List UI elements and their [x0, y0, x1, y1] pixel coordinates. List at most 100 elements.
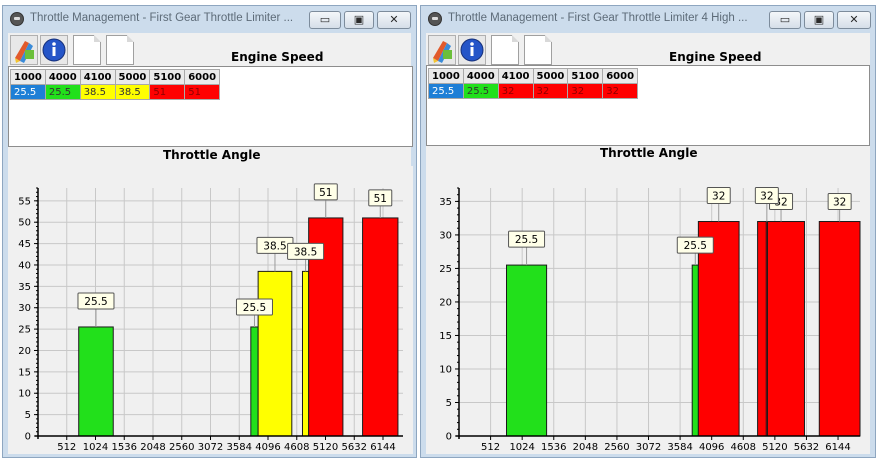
x-tick-label: 4096 — [699, 442, 724, 453]
x-tick-label: 3072 — [636, 442, 661, 453]
table-value-cell[interactable]: 32 — [567, 83, 604, 99]
data-label: 32 — [712, 191, 725, 203]
y-tick-label: 10 — [18, 389, 31, 400]
app-icon — [428, 12, 442, 26]
y-tick-label: 30 — [18, 303, 31, 314]
maximize-button[interactable]: ▣ — [344, 11, 374, 29]
x-tick-label: 1536 — [541, 442, 566, 453]
paint-brush-icon-graphic — [433, 41, 452, 63]
y-tick-label: 25 — [18, 325, 31, 336]
y-tick-label: 0 — [446, 432, 452, 443]
throttle-chart-svg: 0 5 10 15 20 25 30 35 40 45 50 55 512 1024 1536 2048 256… — [18, 183, 403, 453]
x-tick-label: 5120 — [762, 442, 787, 453]
x-tick-label: 6144 — [825, 442, 850, 453]
info-icon[interactable] — [458, 35, 486, 65]
bar — [78, 326, 114, 437]
y-tick-label: 35 — [439, 197, 452, 208]
copy-document-icon[interactable] — [524, 35, 552, 65]
window-title: Throttle Management - First Gear Throttl… — [448, 12, 748, 24]
grid-title: Engine Speed — [231, 50, 324, 64]
y-tick-label: 50 — [18, 218, 31, 229]
data-label: 25.5 — [515, 234, 538, 246]
x-tick-label: 2560 — [169, 442, 194, 453]
table-value-cell[interactable]: 51 — [184, 84, 221, 100]
paint-brush-icon-graphic — [15, 41, 34, 63]
x-tick-label: 3072 — [198, 442, 223, 453]
data-label: 25.5 — [84, 296, 107, 308]
bar — [757, 221, 805, 437]
x-tick-label: 2048 — [140, 442, 165, 453]
new-document-icon[interactable] — [73, 35, 101, 65]
data-label: 51 — [319, 187, 332, 199]
y-tick-label: 20 — [439, 297, 452, 308]
table-header-cell[interactable]: 4000 — [44, 69, 81, 85]
bar — [250, 326, 259, 437]
table-header-cell[interactable]: 4100 — [79, 69, 116, 85]
paint-brush-icon[interactable] — [10, 35, 38, 65]
throttle-table[interactable]: 1000 4000 4100 5000 5100 6000 25.5 25.5 … — [428, 68, 639, 99]
new-document-icon[interactable] — [491, 35, 519, 65]
throttle-chart: 0 5 10 15 20 25 30 35 40 45 50 55 512 1024 1536 2048 256… — [8, 166, 413, 454]
paint-brush-icon[interactable] — [428, 35, 456, 65]
y-tick-label: 25 — [439, 264, 452, 275]
data-label: 32 — [833, 197, 846, 209]
y-tick-label: 5 — [25, 410, 31, 421]
x-tick-label: 4096 — [255, 442, 280, 453]
x-tick-label: 5632 — [794, 442, 819, 453]
table-value-cell[interactable]: 51 — [149, 84, 186, 100]
table-header-cell[interactable]: 1000 — [428, 68, 464, 84]
x-tick-label: 512 — [57, 442, 76, 453]
info-icon-graphic — [460, 38, 484, 62]
table-header-cell[interactable]: 4000 — [462, 68, 499, 84]
table-header-cell[interactable]: 6000 — [184, 69, 221, 85]
data-label: 25.5 — [243, 302, 266, 314]
window-client: Engine Speed 1000 4000 4100 5000 5100 60… — [8, 33, 413, 454]
y-tick-label: 40 — [18, 260, 31, 271]
title-bar[interactable]: Throttle Management - First Gear Throttl… — [3, 6, 416, 32]
engine-speed-grid[interactable]: 1000 4000 4100 5000 5100 6000 25.5 25.5 … — [426, 65, 870, 146]
bar — [362, 217, 399, 437]
table-value-cell[interactable]: 25.5 — [10, 84, 46, 100]
chart-title: Throttle Angle — [163, 148, 261, 162]
table-header-cell[interactable]: 6000 — [602, 68, 639, 84]
info-icon[interactable] — [40, 35, 68, 65]
x-tick-label: 1024 — [83, 442, 108, 453]
y-tick-label: 20 — [18, 346, 31, 357]
bar — [691, 264, 699, 437]
minimize-button[interactable]: ▭ — [769, 11, 801, 29]
data-label: 51 — [374, 193, 387, 205]
table-value-cell[interactable]: 38.5 — [114, 84, 151, 100]
table-value-cell[interactable]: 32 — [497, 83, 534, 99]
table-header-cell[interactable]: 5100 — [567, 68, 604, 84]
table-value-cell[interactable]: 25.5 — [428, 83, 464, 99]
title-bar[interactable]: Throttle Management - First Gear Throttl… — [421, 6, 875, 32]
table-value-cell[interactable]: 32 — [602, 83, 639, 99]
x-tick-label: 5632 — [342, 442, 367, 453]
table-header-cell[interactable]: 5100 — [149, 69, 186, 85]
throttle-table[interactable]: 1000 4000 4100 5000 5100 6000 25.5 25.5 … — [10, 69, 221, 100]
throttle-chart-svg: 0 5 10 15 20 25 30 35 512 1024 1536 2048 2560 3072 358… — [439, 187, 861, 453]
table-header-cell[interactable]: 5000 — [532, 68, 569, 84]
maximize-button[interactable]: ▣ — [804, 11, 834, 29]
data-label: 38.5 — [294, 246, 317, 258]
table-header-cell[interactable]: 1000 — [10, 69, 46, 85]
y-tick-label: 0 — [25, 432, 31, 443]
copy-document-icon[interactable] — [106, 35, 134, 65]
table-value-cell[interactable]: 38.5 — [79, 84, 116, 100]
table-header-cell[interactable]: 4100 — [497, 68, 534, 84]
throttle-chart: 0 5 10 15 20 25 30 35 512 1024 1536 2048 2560 3072 358… — [426, 164, 870, 454]
table-value-cell[interactable]: 25.5 — [44, 84, 81, 100]
y-tick-label: 45 — [18, 239, 31, 250]
throttle-window-2: Throttle Management - First Gear Throttl… — [420, 5, 876, 458]
close-button[interactable]: ✕ — [377, 11, 411, 29]
info-icon-graphic — [42, 38, 66, 62]
minimize-button[interactable]: ▭ — [309, 11, 341, 29]
bar — [257, 270, 293, 437]
bar — [765, 221, 768, 437]
engine-speed-grid[interactable]: 1000 4000 4100 5000 5100 6000 25.5 25.5 … — [8, 66, 413, 147]
table-value-cell[interactable]: 32 — [532, 83, 569, 99]
y-tick-label: 15 — [18, 367, 31, 378]
close-button[interactable]: ✕ — [837, 11, 871, 29]
table-header-cell[interactable]: 5000 — [114, 69, 151, 85]
table-value-cell[interactable]: 25.5 — [462, 83, 499, 99]
